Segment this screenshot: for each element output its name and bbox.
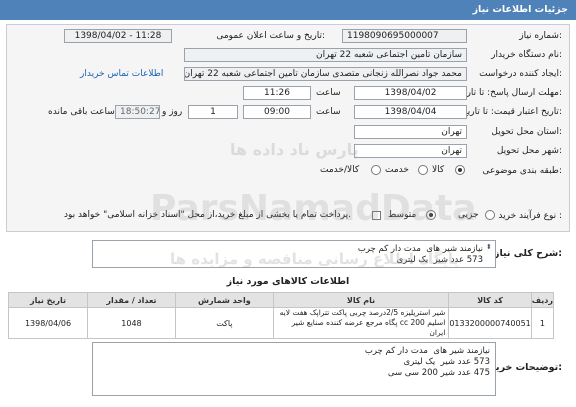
- cell-name: شیر استریلیزه 2/5درصد چربی پاکت تتراپک ه…: [272, 307, 450, 339]
- page-title: جزئیات اطلاعات نیاز: [472, 4, 568, 15]
- response-deadline-time: 11:26: [243, 86, 311, 100]
- requester-label: ایجاد کننده درخواست:: [479, 69, 562, 79]
- buyer-org-field: سازمان تامین اجتماعی شعبه 22 تهران: [184, 48, 467, 62]
- goods-table-header: ردیف کد کالا نام کالا واحد شمارش تعداد /…: [8, 292, 555, 308]
- cell-date: 1398/04/06: [8, 307, 88, 339]
- process-option-minor: جزیی: [458, 210, 479, 220]
- buyer-org-label: نام دستگاه خریدار:: [491, 50, 562, 60]
- response-deadline-label: مهلت ارسال پاسخ: تا تاریخ:: [458, 88, 562, 98]
- table-row: 1 0133200000740051 شیر استریلیزه 2/5درصد…: [8, 307, 555, 339]
- cell-row: 1: [530, 307, 555, 339]
- col-code: کد کالا: [448, 292, 532, 308]
- buyer-notes-field: نیازمند شیر های مدت دار کم چرب 573 عدد ش…: [92, 342, 496, 396]
- process-radio-minor[interactable]: [485, 210, 495, 220]
- category-option-goods-service: کالا/خدمت: [320, 165, 360, 175]
- price-validity-label: تاریخ اعتبار قیمت: تا تاریخ:: [461, 107, 562, 117]
- requester-field: محمد جواد نصرالله زنجانی متصدی سازمان تا…: [184, 67, 467, 81]
- col-unit: واحد شمارش: [174, 292, 274, 308]
- announce-datetime-field: 1398/04/02 - 11:28: [64, 29, 172, 43]
- price-validity-date: 1398/04/04: [354, 105, 467, 119]
- page-title-bar: جزئیات اطلاعات نیاز: [0, 0, 576, 20]
- announce-datetime-label: تاریخ و ساعت اعلان عمومی:: [216, 31, 325, 41]
- cell-code: 0133200000740051: [448, 307, 532, 339]
- cell-qty: 1048: [86, 307, 176, 339]
- process-type-label: نوع فرآیند خرید :: [498, 211, 562, 221]
- city-label: شهر محل تحویل:: [496, 146, 562, 156]
- general-description-field: نیازمند شیر های مدت دار کم چرب 573 عدد ش…: [92, 240, 496, 268]
- need-number-field: 1198090695000007: [342, 29, 467, 43]
- category-option-goods: کالا: [432, 165, 445, 175]
- province-label: استان محل تحویل:: [491, 127, 562, 137]
- category-option-service: خدمت: [385, 165, 409, 175]
- category-radio-service[interactable]: [418, 165, 428, 175]
- treasury-payment-checkbox[interactable]: [372, 211, 381, 220]
- days-field: 1: [188, 105, 238, 119]
- col-qty: تعداد / مقدار: [86, 292, 176, 308]
- days-label: روز و: [162, 107, 183, 117]
- treasury-payment-note: پرداخت تمام یا بخشی از مبلغ خرید،از محل …: [64, 210, 352, 220]
- category-radio-goods[interactable]: [455, 165, 465, 175]
- response-deadline-date: 1398/04/02: [354, 86, 467, 100]
- col-row: ردیف: [530, 292, 555, 308]
- category-radio-goods-service[interactable]: [371, 165, 381, 175]
- remaining-time-field: 18:50:27: [115, 105, 160, 119]
- province-field: تهران: [354, 125, 467, 139]
- buyer-contact-link[interactable]: اطلاعات تماس خریدار: [80, 69, 163, 79]
- city-field: تهران: [354, 144, 467, 158]
- response-time-label: ساعت: [316, 88, 341, 98]
- general-description-label: شرح کلی نیاز:: [493, 248, 562, 259]
- col-date: تاریخ نیاز: [8, 292, 88, 308]
- price-validity-time-label: ساعت: [316, 107, 341, 117]
- need-number-label: شماره نیاز:: [519, 31, 562, 41]
- goods-section-title: اطلاعات کالاهای مورد نیاز: [226, 276, 350, 287]
- remaining-time-label: ساعت باقی مانده: [48, 107, 115, 117]
- category-label: طبقه بندی موضوعی:: [482, 166, 562, 176]
- scroll-arrows-icon[interactable]: ⬍: [486, 243, 492, 251]
- goods-table: ردیف کد کالا نام کالا واحد شمارش تعداد /…: [8, 292, 555, 339]
- process-radio-medium[interactable]: [426, 210, 436, 220]
- price-validity-time: 09:00: [243, 105, 311, 119]
- process-option-medium: متوسط: [388, 210, 417, 220]
- cell-unit: پاکت: [174, 307, 274, 339]
- col-name: نام کالا: [272, 292, 450, 308]
